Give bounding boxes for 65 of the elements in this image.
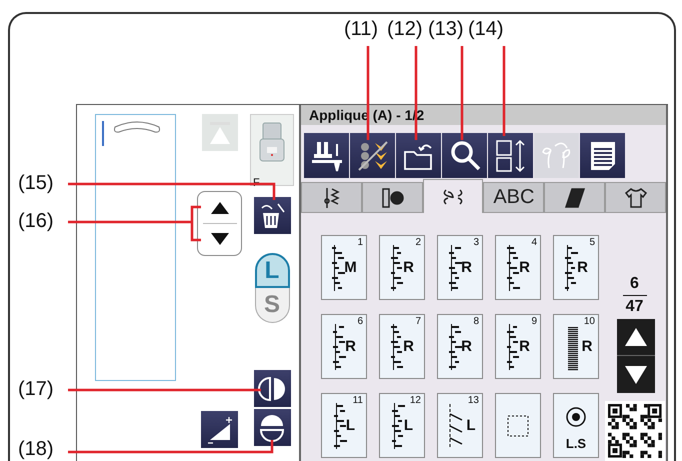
stitch-icon [332,402,348,450]
stitch-icon [390,322,406,370]
empty-pattern-key[interactable] [495,393,541,458]
stitch-pattern-key[interactable]: 6 R [321,314,367,379]
text-tab[interactable]: ABC [483,182,544,212]
presser-foot-button[interactable] [304,133,349,178]
buttonhole-tab[interactable] [362,182,423,212]
callout-label: (12) [387,18,423,41]
garment-icon [622,186,649,208]
delete-button[interactable] [254,197,290,234]
stitch-icon [331,244,346,292]
quilt-tab[interactable] [544,182,606,212]
callout-label: (17) [18,378,54,401]
stitch-pattern-key[interactable]: 2 R [379,235,425,300]
stitch-pattern-key[interactable]: 10 R [553,314,599,379]
stitch-icon [390,402,406,450]
mirror-horizontal-button[interactable] [254,409,290,446]
pages-button[interactable] [580,133,625,178]
callout-label: (15) [18,172,54,195]
stitch-pattern-key[interactable]: L.S [553,393,599,458]
stitch-pattern-key[interactable]: 9 R [495,314,541,379]
adjust-button[interactable] [201,411,238,448]
down-arrow-icon[interactable] [210,232,228,245]
search-button[interactable] [442,133,487,178]
stitch-icon [564,244,580,292]
page-total: 47 [626,298,644,316]
callout-label: (16) [18,210,54,233]
dot-circle-icon [565,406,587,428]
stitch-icon [506,244,522,292]
stitch-pattern-key[interactable]: 1 M [321,235,367,300]
stitch-pattern-key[interactable]: 11 L [321,393,367,458]
up-arrow-icon[interactable] [210,202,228,214]
down-arrow-icon [624,366,646,384]
dashed-square-icon [507,414,529,436]
stitch-icon [332,322,348,370]
mirror-button[interactable] [350,133,395,178]
callout-label: (13) [428,18,464,41]
stitch-pattern-key[interactable]: 8 R [437,314,483,379]
utility-tab[interactable] [301,182,362,212]
presser-foot-drawing [257,121,287,163]
stitch-pattern-key[interactable]: 3 R [437,235,483,300]
callout-label: (11) [344,18,378,41]
half-circles-icon [258,414,286,442]
stitch-icon [448,322,464,370]
stitch-icon [506,322,522,370]
stitch-pattern-key[interactable]: 7 R [379,314,425,379]
page-number: 6 [630,275,639,293]
stitch-pattern-key[interactable]: 13 L [437,393,483,458]
mirror-vertical-button[interactable] [254,370,290,407]
callout-label: (14) [468,18,504,41]
stitch-pattern-key[interactable]: 12 L [379,393,425,458]
garment-tab[interactable] [605,182,666,212]
page-up-button[interactable] [616,319,654,356]
callout-label: (18) [18,438,54,461]
stitch-icon [390,244,406,292]
stitch-icon [448,244,464,292]
folder-return-button[interactable] [396,133,441,178]
page-down-button[interactable] [616,356,654,393]
size-button[interactable] [488,133,533,178]
decorative-tab[interactable] [422,179,484,213]
stitch-pattern-key[interactable]: 5 R [553,235,599,300]
half-circles-icon [258,374,286,402]
qr-code-icon [604,401,664,461]
stitch-pattern-key[interactable]: 4 R [495,235,541,300]
up-arrow-icon [624,328,646,346]
